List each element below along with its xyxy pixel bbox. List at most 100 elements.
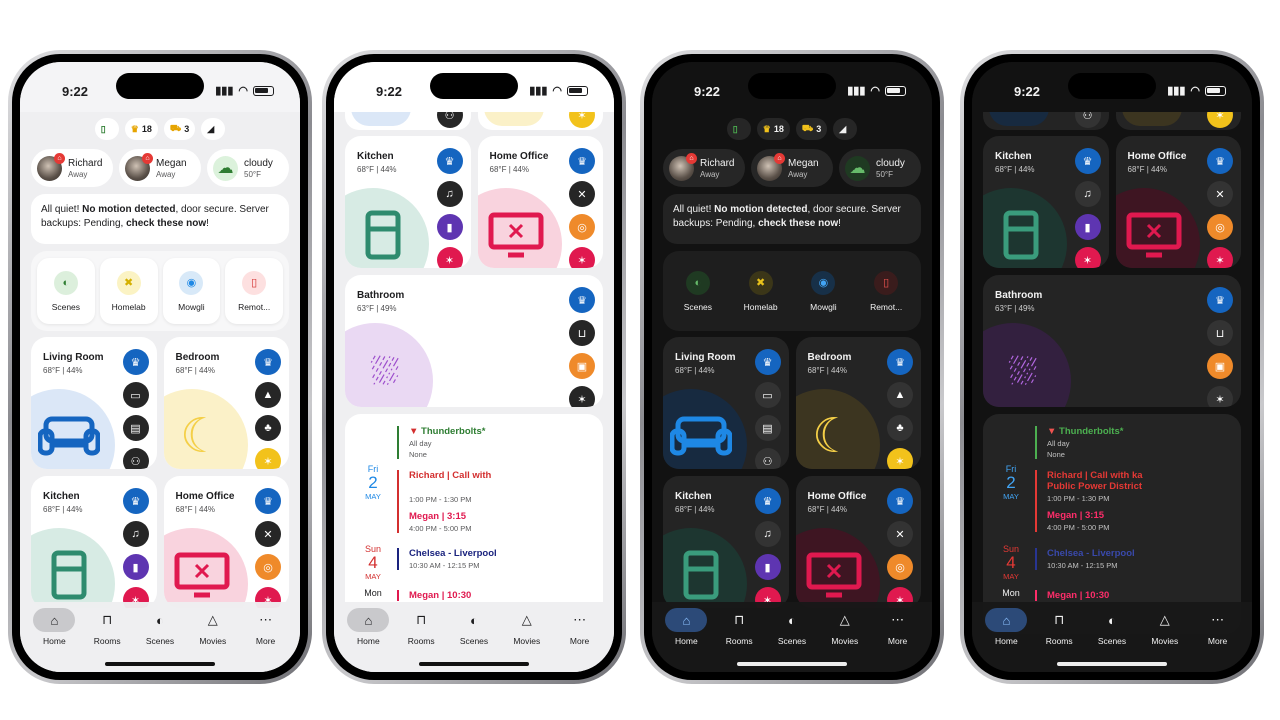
bulb-icon[interactable]: ◎ <box>887 554 913 580</box>
light-icon[interactable]: ♛ <box>887 349 913 375</box>
event-megan-1030[interactable]: Megan | 10:30 <box>409 590 471 601</box>
person-icon[interactable]: ⚇ <box>122 448 149 469</box>
fan-icon[interactable]: ✶ <box>1207 386 1233 407</box>
light-icon[interactable]: ♛ <box>1207 287 1233 313</box>
light-icon[interactable]: ♛ <box>1074 148 1101 174</box>
room-living-room[interactable]: Living Room 68°F | 44% ♛ ▭ ▤ ⚇ <box>31 337 157 469</box>
scene-remote[interactable]: ▯ Remot... <box>225 258 283 324</box>
fan-icon[interactable]: ✶ <box>1074 247 1101 268</box>
washer-icon[interactable]: ▣ <box>569 353 595 379</box>
event-richard-call[interactable]: Richard | Call with ka Public Power Dist… <box>1047 470 1153 492</box>
bath-icon[interactable]: ⊔ <box>569 320 595 346</box>
nav-more[interactable]: ⋯ More <box>239 608 292 672</box>
crown-chip[interactable]: ♛ 18 <box>124 118 158 140</box>
nav-more[interactable]: ⋯ More <box>871 608 924 672</box>
camera-chip[interactable]: ◢ <box>201 118 226 140</box>
cart-chip[interactable]: ⛟ 3 <box>163 118 196 140</box>
lamp-icon[interactable]: ♣ <box>887 415 913 441</box>
scene-mowgli[interactable]: ◉ Mowgli <box>162 258 221 324</box>
event-megan-315[interactable]: Megan | 3:15 <box>1047 510 1153 521</box>
room-kitchen[interactable]: Kitchen 68°F | 44% ♛ ♫ ▮ ✶ <box>663 476 789 608</box>
music-icon[interactable]: ♫ <box>1074 181 1101 207</box>
bath-icon[interactable]: ⊔ <box>1207 320 1233 346</box>
room-home-office[interactable]: Home Office 68°F | 44% ♛ ✕ ◎ ✶ <box>795 476 921 608</box>
light-icon[interactable]: ♛ <box>436 148 463 174</box>
bell-icon[interactable]: ▲ <box>255 382 281 408</box>
light-icon[interactable]: ♛ <box>255 349 281 375</box>
event-richard-call[interactable]: Richard | Call with <box>409 470 491 481</box>
scene-scenes[interactable]: ◐ Scenes <box>37 258 95 324</box>
nav-more[interactable]: ⋯ More <box>1191 608 1244 672</box>
bell-icon[interactable]: ▲ <box>887 382 913 408</box>
event-thunderbolts[interactable]: ▼ Thunderbolts* <box>409 426 485 437</box>
room-living-room[interactable]: Living Room 68°F | 44% ♛ ▭ ▤ ⚇ <box>663 337 789 469</box>
event-chelsea[interactable]: Chelsea - Liverpool <box>409 548 497 559</box>
bulb-icon[interactable]: ◎ <box>255 554 281 580</box>
room-bedroom[interactable]: Bedroom 68°F | 44% ☾ ♛ ▲ ♣ ✶ <box>795 337 921 469</box>
fan-icon[interactable]: ✶ <box>887 448 913 469</box>
event-chelsea[interactable]: Chelsea - Liverpool <box>1047 548 1135 559</box>
room-home-office[interactable]: Home Office 68°F | 44% ♛ ✕ ◎ ✶ <box>477 136 603 268</box>
person-richard[interactable]: ⌂ Richard Away <box>31 149 113 187</box>
cup-icon[interactable]: ▮ <box>1074 214 1101 240</box>
music-icon[interactable]: ♫ <box>436 181 463 207</box>
scene-remote[interactable]: ▯ Remot... <box>857 258 915 324</box>
room-kitchen[interactable]: Kitchen 68°F | 44% ♛ ♫ ▮ ✶ <box>345 136 471 268</box>
person-icon[interactable]: ⚇ <box>754 448 781 469</box>
cup-icon[interactable]: ▮ <box>754 554 781 580</box>
fan-icon[interactable]: ✶ <box>255 448 281 469</box>
fan-icon[interactable]: ✶ <box>436 247 463 268</box>
light-icon[interactable]: ♛ <box>122 349 149 375</box>
nav-home[interactable]: ⌂ Home <box>660 608 713 672</box>
scene-scenes[interactable]: ◐ Scenes <box>669 258 727 324</box>
light-icon[interactable]: ♛ <box>569 148 595 174</box>
nav-more[interactable]: ⋯ More <box>553 608 606 672</box>
door-chip[interactable]: ▯ <box>726 118 751 140</box>
music-icon[interactable]: ♫ <box>754 521 781 547</box>
person-megan[interactable]: ⌂ Megan Away <box>751 149 833 187</box>
weather-chip[interactable]: ☁ cloudy 50°F <box>207 149 289 187</box>
vscode-icon[interactable]: ✕ <box>887 521 913 547</box>
cart-chip[interactable]: ⛟ 3 <box>795 118 828 140</box>
bulb-icon[interactable]: ◎ <box>1207 214 1233 240</box>
vscode-icon[interactable]: ✕ <box>569 181 595 207</box>
clapper-icon[interactable]: ▤ <box>122 415 149 441</box>
room-bathroom[interactable]: Bathroom 63°F | 49% ⛆ ♛ ⊔ ▣ ✶ <box>983 275 1241 407</box>
cup-icon[interactable]: ▮ <box>436 214 463 240</box>
washer-icon[interactable]: ▣ <box>1207 353 1233 379</box>
light-icon[interactable]: ♛ <box>887 488 913 514</box>
nav-home[interactable]: ⌂ Home <box>980 608 1033 672</box>
room-bedroom[interactable]: Bedroom 68°F | 44% ☾ ♛ ▲ ♣ ✶ <box>163 337 289 469</box>
lamp-icon[interactable]: ♣ <box>255 415 281 441</box>
camera-chip[interactable]: ◢ <box>833 118 858 140</box>
light-icon[interactable]: ♛ <box>754 488 781 514</box>
scene-homelab[interactable]: ✖ Homelab <box>99 258 158 324</box>
room-home-office[interactable]: Home Office 68°F | 44% ♛ ✕ ◎ ✶ <box>1115 136 1241 268</box>
light-icon[interactable]: ♛ <box>754 349 781 375</box>
light-icon[interactable]: ♛ <box>255 488 281 514</box>
scene-mowgli[interactable]: ◉ Mowgli <box>795 258 853 324</box>
room-home-office[interactable]: Home Office 68°F | 44% ♛ ✕ ◎ ✶ <box>163 476 289 608</box>
clapper-icon[interactable]: ▤ <box>754 415 781 441</box>
room-kitchen[interactable]: Kitchen 68°F | 44% ♛ ♫ ▮ ✶ <box>31 476 157 608</box>
cup-icon[interactable]: ▮ <box>122 554 149 580</box>
vscode-icon[interactable]: ✕ <box>255 521 281 547</box>
tv-icon[interactable]: ▭ <box>754 382 781 408</box>
event-thunderbolts[interactable]: ▼ Thunderbolts* <box>1047 426 1123 437</box>
vscode-icon[interactable]: ✕ <box>1207 181 1233 207</box>
tv-icon[interactable]: ▭ <box>122 382 149 408</box>
nav-home[interactable]: ⌂ Home <box>342 608 395 672</box>
room-kitchen[interactable]: Kitchen 68°F | 44% ♛ ♫ ▮ ✶ <box>983 136 1109 268</box>
fan-icon[interactable]: ✶ <box>569 247 595 268</box>
music-icon[interactable]: ♫ <box>122 521 149 547</box>
fan-icon[interactable]: ✶ <box>1207 247 1233 268</box>
scene-homelab[interactable]: ✖ Homelab <box>732 258 790 324</box>
person-richard[interactable]: ⌂ Richard Away <box>663 149 745 187</box>
light-icon[interactable]: ♛ <box>1207 148 1233 174</box>
light-icon[interactable]: ♛ <box>569 287 595 313</box>
bulb-icon[interactable]: ◎ <box>569 214 595 240</box>
light-icon[interactable]: ♛ <box>122 488 149 514</box>
nav-home[interactable]: ⌂ Home <box>28 608 81 672</box>
fan-icon[interactable]: ✶ <box>569 386 595 407</box>
check-link[interactable]: check these now <box>758 218 838 229</box>
